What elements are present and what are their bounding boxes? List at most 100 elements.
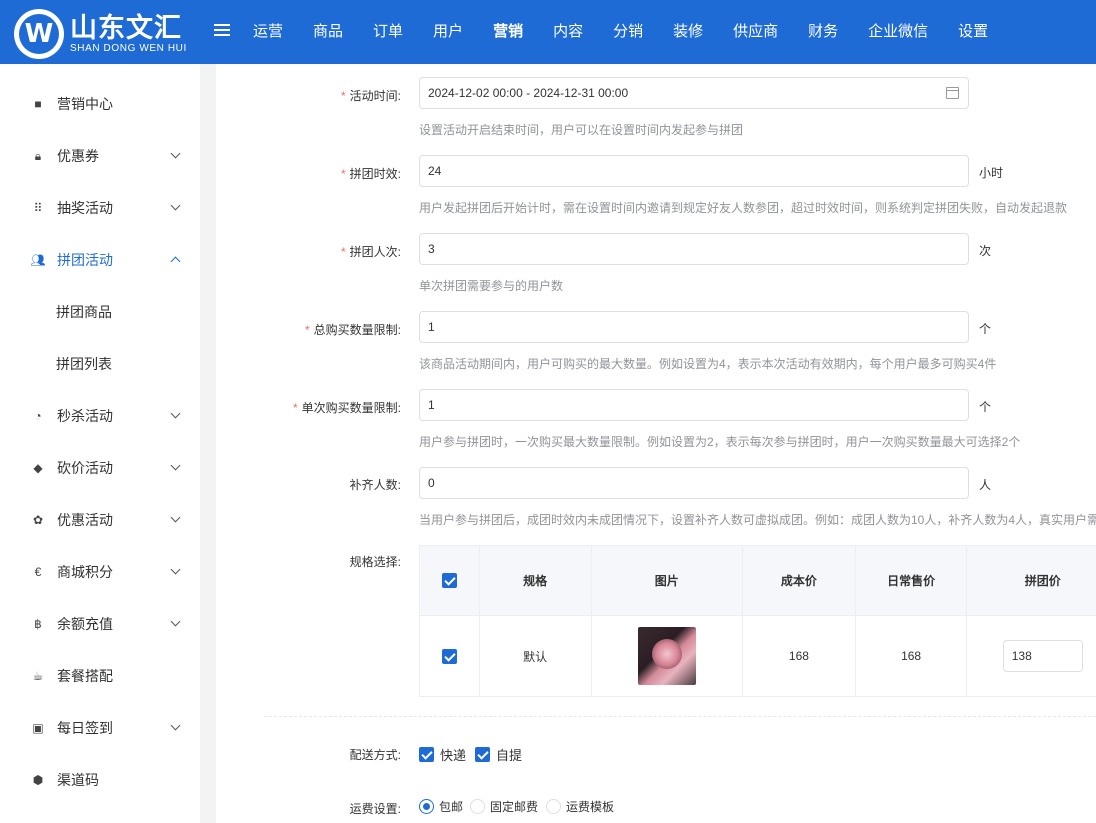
nav-item-wecom[interactable]: 企业微信: [853, 0, 943, 64]
chevron-down-icon: [170, 460, 181, 471]
column-header-price: 日常售价: [856, 546, 968, 615]
lottery-icon: ⠿: [33, 201, 43, 215]
select-all-checkbox[interactable]: [420, 546, 480, 615]
top-bar: W 山东文汇 SHAN DONG WEN HUI 运营 商品 订单 用户 营销 …: [0, 0, 1096, 64]
total-limit-input[interactable]: 1: [419, 311, 969, 343]
fill-count-input[interactable]: 0: [419, 467, 969, 499]
sidebar-item-label: 套餐搭配: [57, 668, 113, 684]
nav-item-users[interactable]: 用户: [418, 0, 478, 64]
table-header: 规格 图片 成本价 日常售价 拼团价: [420, 546, 1096, 615]
delivery-express-checkbox[interactable]: 快递: [419, 745, 466, 764]
nav-item-settings[interactable]: 设置: [943, 0, 1003, 64]
sidebar-item-label: 优惠活动: [57, 512, 113, 528]
sidebar-item-label: 商城积分: [57, 564, 113, 580]
calendar-icon: [946, 87, 959, 99]
group-duration-label: * 拼团时效:: [340, 167, 401, 181]
cell-image: [592, 616, 744, 696]
checkbox-checked-icon: [419, 747, 434, 762]
delivery-express-label: 快递: [440, 748, 467, 763]
sidebar-item-label: 余额充值: [57, 616, 113, 632]
sidebar-item-label: 渠道码: [57, 772, 99, 788]
nav-item-distribution[interactable]: 分销: [598, 0, 658, 64]
sidebar-item-label: 每日签到: [57, 720, 113, 736]
product-thumbnail[interactable]: [637, 627, 696, 685]
sidebar-item-group-buy[interactable]: 👥︎ 拼团活动: [0, 234, 200, 286]
delivery-pickup-checkbox[interactable]: 自提: [475, 745, 522, 764]
radio-icon: [470, 799, 485, 814]
group-size-unit: 次: [979, 244, 992, 258]
freight-template-label: 运费模板: [566, 800, 615, 814]
chevron-down-icon: [170, 564, 181, 575]
nav-item-orders[interactable]: 订单: [358, 0, 418, 64]
column-header-image: 图片: [592, 546, 744, 615]
group-size-input[interactable]: 3: [419, 233, 969, 265]
nav-item-products[interactable]: 商品: [298, 0, 358, 64]
freight-template-radio[interactable]: 运费模板: [546, 798, 614, 815]
nav-item-finance[interactable]: 财务: [793, 0, 853, 64]
discount-icon: ✿: [32, 513, 44, 527]
nav-item-content[interactable]: 内容: [538, 0, 598, 64]
column-header-spec: 规格: [480, 546, 592, 615]
brand-name: 山东文汇: [70, 13, 182, 43]
marketing-center-icon: ■: [34, 97, 42, 111]
sidebar-subitem-group-list[interactable]: 拼团列表: [0, 338, 200, 390]
chevron-down-icon: [170, 408, 181, 419]
sidebar-item-flash-sale[interactable]: ◔ 秒杀活动: [0, 390, 200, 442]
activity-time-value: 2024-12-02 00:00 - 2024-12-31 00:00: [428, 86, 629, 100]
nav-item-decoration[interactable]: 装修: [658, 0, 718, 64]
sidebar-item-lottery[interactable]: ⠿ 抽奖活动: [0, 182, 200, 234]
sidebar-item-marketing-center[interactable]: ■ 营销中心: [0, 78, 200, 130]
chevron-down-icon: [170, 616, 181, 627]
nav-item-operations[interactable]: 运营: [238, 0, 298, 64]
sidebar-item-package[interactable]: ☕︎ 套餐搭配: [0, 650, 200, 702]
spec-label: 规格选择:: [349, 555, 401, 569]
logo-icon: W: [14, 9, 64, 59]
recharge-icon: ฿: [34, 617, 42, 631]
brand-logo[interactable]: W 山东文汇 SHAN DONG WEN HUI: [14, 9, 187, 59]
sidebar-item-discount[interactable]: ✿ 优惠活动: [0, 494, 200, 546]
sidebar-item-label: 营销中心: [57, 96, 113, 112]
activity-time-input[interactable]: 2024-12-02 00:00 - 2024-12-31 00:00: [419, 77, 969, 109]
radio-icon: [546, 799, 561, 814]
chevron-down-icon: [170, 720, 181, 731]
freight-label: 运费设置:: [349, 802, 401, 816]
sidebar-subitem-group-products[interactable]: 拼团商品: [0, 286, 200, 338]
column-header-group-price: 拼团价: [1024, 574, 1061, 588]
coupon-icon: 🔒︎: [34, 148, 42, 163]
single-limit-label: * 单次购买数量限制:: [292, 401, 401, 415]
group-size-tip: 单次拼团需要参与的用户数: [419, 279, 564, 293]
group-duration-input[interactable]: 24: [419, 155, 969, 187]
freight-fixed-radio[interactable]: 固定邮费: [470, 798, 538, 815]
group-duration-tip: 用户发起拼团后开始计时，需在设置时间内邀请到规定好友人数参团，超过时效时间，则系…: [419, 201, 1068, 215]
chevron-down-icon: [170, 148, 181, 159]
sidebar-item-checkin[interactable]: ▣ 每日签到: [0, 702, 200, 754]
freight-free-label: 包邮: [439, 800, 464, 814]
sidebar-item-bargain[interactable]: ◆ 砍价活动: [0, 442, 200, 494]
sidebar-item-label: 砍价活动: [57, 460, 113, 476]
row-checkbox[interactable]: [420, 616, 480, 696]
checkin-icon: ▣: [32, 721, 44, 735]
sidebar-item-channel-code[interactable]: ⬢ 渠道码: [0, 754, 200, 806]
cell-cost: 168: [743, 616, 856, 696]
chevron-down-icon: [170, 200, 181, 211]
freight-free-radio[interactable]: 包邮: [419, 798, 463, 815]
nav-item-marketing[interactable]: 营销: [478, 0, 538, 64]
single-limit-input[interactable]: 1: [419, 389, 969, 421]
delivery-label: 配送方式:: [349, 748, 401, 762]
package-icon: ☕︎: [32, 669, 44, 683]
group-duration-unit: 小时: [979, 166, 1004, 180]
sidebar-item-label: 抽奖活动: [57, 200, 113, 216]
nav-item-suppliers[interactable]: 供应商: [718, 0, 793, 64]
logo-letter: W: [19, 14, 59, 54]
sidebar-item-recharge[interactable]: ฿ 余额充值: [0, 598, 200, 650]
sidebar-item-points[interactable]: € 商城积分: [0, 546, 200, 598]
spec-table: 规格 图片 成本价 日常售价 拼团价 默认 168 168 138: [419, 545, 1096, 697]
menu-fold-icon[interactable]: [214, 24, 230, 38]
group-price-input[interactable]: 138: [1002, 640, 1083, 672]
activity-time-tip: 设置活动开启结束时间，用户可以在设置时间内发起参与拼团: [419, 123, 744, 137]
total-limit-label: * 总购买数量限制:: [304, 323, 401, 337]
sidebar: ■ 营销中心 🔒︎ 优惠券 ⠿ 抽奖活动 👥︎ 拼团活动 拼团商品 拼团列表 ◔…: [0, 64, 200, 823]
single-limit-tip: 用户参与拼团时，一次购买最大数量限制。例如设置为2，表示每次参与拼团时，用户一次…: [419, 435, 1021, 449]
sidebar-item-coupons[interactable]: 🔒︎ 优惠券: [0, 130, 200, 182]
points-icon: €: [34, 565, 42, 579]
